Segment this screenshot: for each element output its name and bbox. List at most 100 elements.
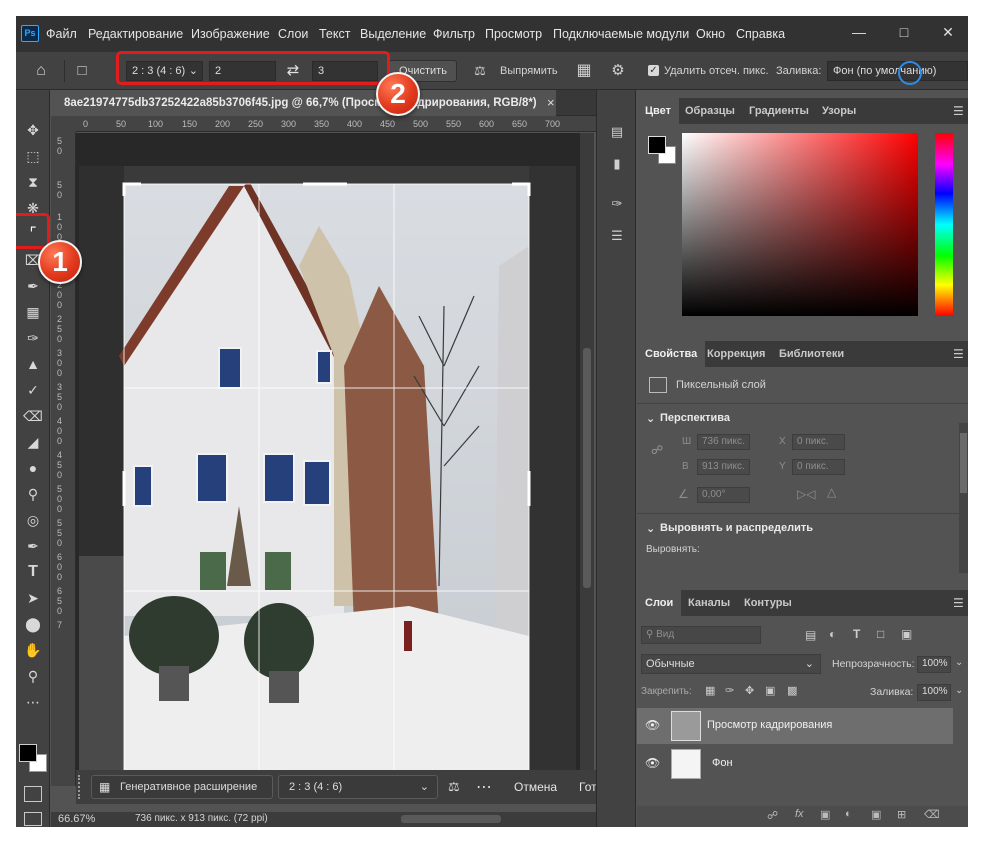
history-icon[interactable]: ▤ xyxy=(607,122,627,142)
layer-row-background[interactable]: 👁 Фон xyxy=(637,746,953,782)
eraser-tool-icon[interactable]: ⌫ xyxy=(22,406,44,426)
document-tab[interactable]: 8ae21974775db37252422a85b3706f45.jpg @ 6… xyxy=(51,90,556,116)
eye-icon[interactable]: 👁 xyxy=(645,756,660,770)
history-brush-tool-icon[interactable]: ✓ xyxy=(22,380,44,400)
align-section-title[interactable]: Выровнять и распределить xyxy=(660,522,813,534)
photo-canvas[interactable] xyxy=(79,166,576,786)
new-group-icon[interactable]: ▣ xyxy=(871,808,881,821)
crop-region[interactable] xyxy=(119,181,529,786)
brush-settings-icon[interactable]: ✑ xyxy=(607,194,627,214)
panel-menu-icon[interactable]: ☰ xyxy=(953,347,964,361)
lock-position-icon[interactable]: ✥ xyxy=(745,684,754,697)
menu-select[interactable]: Выделение xyxy=(360,27,426,41)
context-ratio-select[interactable]: 2 : 3 (4 : 6) ⌄ xyxy=(278,775,438,799)
adjustments-icon[interactable]: ☰ xyxy=(607,226,627,246)
straighten-icon[interactable]: ⚖ xyxy=(448,779,460,795)
properties-scrollbar[interactable] xyxy=(959,423,968,573)
straighten-icon[interactable]: ⚖ xyxy=(470,61,490,81)
menu-file[interactable]: Файл xyxy=(46,27,77,41)
perspective-chevron-icon[interactable]: ⌄ xyxy=(646,412,655,425)
adjustment-layer-icon[interactable]: ◐ xyxy=(845,808,852,820)
panel-menu-icon[interactable]: ☰ xyxy=(953,104,964,118)
delete-cropped-checkbox[interactable]: ✓ xyxy=(648,65,659,76)
filter-type-icon[interactable]: T xyxy=(853,627,860,641)
maximize-icon[interactable]: □ xyxy=(889,20,919,44)
trash-icon[interactable]: ⌫ xyxy=(924,808,940,821)
lock-pixels-icon[interactable]: ✑ xyxy=(725,684,734,697)
healing-brush-tool-icon[interactable]: ▦ xyxy=(22,302,44,322)
drag-handle-icon[interactable] xyxy=(78,775,82,799)
straighten-label[interactable]: Выпрямить xyxy=(500,65,558,77)
link-icon[interactable]: ☍ xyxy=(651,443,663,463)
screen-mode-icon[interactable] xyxy=(24,812,42,826)
chevron-down-icon[interactable]: ⌄ xyxy=(955,685,963,696)
flip-horizontal-icon[interactable]: ▷◁ xyxy=(797,487,815,501)
grid-overlay-icon[interactable]: ▦ xyxy=(574,61,594,81)
magnifier-retouch-icon[interactable]: ◎ xyxy=(22,510,44,530)
quick-mask-icon[interactable] xyxy=(24,786,42,802)
lock-artboard-icon[interactable]: ▣ xyxy=(765,684,775,697)
opacity-field[interactable]: 100% xyxy=(917,656,951,673)
close-icon[interactable]: ✕ xyxy=(933,20,963,44)
y-prop-field[interactable]: 0 пикс. xyxy=(792,459,845,475)
comments-icon[interactable]: ▮ xyxy=(607,154,627,174)
filter-adjustment-icon[interactable]: ◐ xyxy=(829,627,836,641)
crop-tool-preset-icon[interactable]: □ xyxy=(71,60,93,82)
new-layer-icon[interactable]: ⊞ xyxy=(897,808,906,821)
tab-channels[interactable]: Каналы xyxy=(680,590,738,616)
vertical-scrollbar[interactable] xyxy=(580,133,594,786)
color-foreground-swatch[interactable] xyxy=(648,136,666,154)
scroll-thumb[interactable] xyxy=(583,348,591,588)
filter-smart-object-icon[interactable]: ▣ xyxy=(901,627,912,641)
tab-gradients[interactable]: Градиенты xyxy=(741,98,817,124)
tab-layers[interactable]: Слои xyxy=(637,590,682,616)
angle-prop-field[interactable]: 0,00° xyxy=(697,487,750,503)
blend-mode-select[interactable]: Обычные ⌄ xyxy=(641,654,821,674)
tab-patterns[interactable]: Узоры xyxy=(814,98,864,124)
eyedropper-tool-icon[interactable]: ✒ xyxy=(22,276,44,296)
filter-pixel-icon[interactable]: ▤ xyxy=(805,628,816,642)
menu-layers[interactable]: Слои xyxy=(278,27,308,41)
layer-filter-search[interactable]: ⚲ Вид xyxy=(641,626,761,644)
tab-properties[interactable]: Свойства xyxy=(637,341,706,367)
foreground-color-swatch[interactable] xyxy=(19,744,37,762)
generative-expand-button[interactable]: ▦ Генеративное расширение xyxy=(91,775,273,799)
type-tool-icon[interactable]: T xyxy=(22,562,44,582)
chevron-down-icon[interactable]: ⌄ xyxy=(955,657,963,668)
tab-paths[interactable]: Контуры xyxy=(736,590,800,616)
perspective-section-title[interactable]: Перспектива xyxy=(660,412,730,424)
height-prop-field[interactable]: 913 пикс. xyxy=(697,459,750,475)
hue-slider[interactable] xyxy=(935,133,953,316)
cancel-button[interactable]: Отмена xyxy=(514,780,557,794)
home-icon[interactable]: ⌂ xyxy=(31,61,51,81)
fill-field[interactable]: 100% xyxy=(917,684,951,701)
tab-libraries[interactable]: Библиотеки xyxy=(771,341,852,367)
move-tool-icon[interactable]: ✥ xyxy=(22,120,44,140)
menu-window[interactable]: Окно xyxy=(696,27,725,41)
tab-color[interactable]: Цвет xyxy=(637,98,680,124)
scroll-thumb[interactable] xyxy=(960,433,967,493)
lock-all-icon[interactable]: ▩ xyxy=(787,684,797,697)
dodge-tool-icon[interactable]: ⚲ xyxy=(22,484,44,504)
filter-shape-icon[interactable]: □ xyxy=(877,627,884,641)
menu-plugins[interactable]: Подключаемые модули xyxy=(553,27,689,41)
panel-menu-icon[interactable]: ☰ xyxy=(953,596,964,610)
menu-view[interactable]: Просмотр xyxy=(485,27,542,41)
add-mask-icon[interactable]: ▣ xyxy=(820,808,830,821)
hand-tool-icon[interactable]: ✋ xyxy=(22,640,44,660)
lasso-tool-icon[interactable]: ⧗ xyxy=(22,172,44,192)
stamp-tool-icon[interactable]: ▲ xyxy=(22,354,44,374)
color-field[interactable] xyxy=(682,133,918,316)
zoom-level[interactable]: 66.67% xyxy=(58,813,95,825)
menu-filter[interactable]: Фильтр xyxy=(433,27,475,41)
link-layers-icon[interactable]: ☍ xyxy=(767,809,778,822)
paint-bucket-tool-icon[interactable]: ◢ xyxy=(22,432,44,452)
horizontal-scroll-thumb[interactable] xyxy=(401,815,501,823)
marquee-tool-icon[interactable]: ⬚ xyxy=(22,146,44,166)
minimize-icon[interactable]: — xyxy=(844,20,874,44)
align-chevron-icon[interactable]: ⌄ xyxy=(646,522,655,535)
menu-edit[interactable]: Редактирование xyxy=(88,27,183,41)
more-options-icon[interactable]: ⋯ xyxy=(476,777,492,797)
path-select-tool-icon[interactable]: ➤ xyxy=(22,588,44,608)
lock-transparent-icon[interactable]: ▦ xyxy=(705,684,715,697)
